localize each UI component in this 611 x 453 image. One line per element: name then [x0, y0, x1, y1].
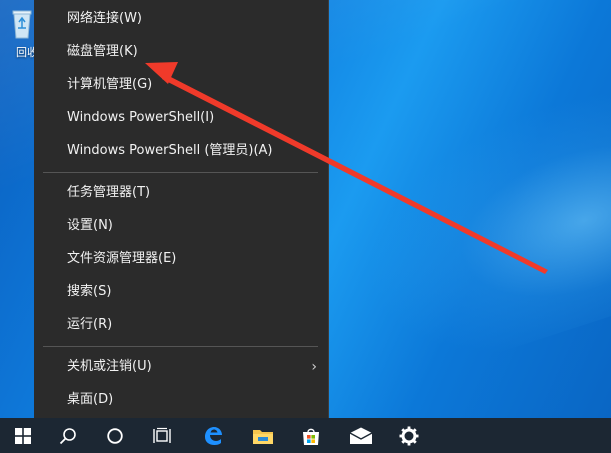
menu-separator	[43, 172, 318, 173]
search-icon	[59, 427, 76, 444]
menu-item-computer-management[interactable]: 计算机管理(G)	[34, 70, 327, 100]
search-button[interactable]	[45, 418, 91, 453]
menu-item-label: Windows PowerShell (管理员)(A)	[67, 143, 273, 158]
mail-button[interactable]	[338, 418, 384, 453]
wallpaper-light-beam	[333, 75, 611, 385]
winx-context-menu: 网络连接(W) 磁盘管理(K) 计算机管理(G) Windows PowerSh…	[34, 0, 329, 418]
settings-gear-icon	[399, 426, 419, 445]
recycle-bin-icon	[12, 10, 32, 39]
menu-item-label: 文件资源管理器(E)	[67, 251, 177, 266]
menu-item-shutdown-or-signout[interactable]: 关机或注销(U) ›	[34, 352, 327, 382]
cortana-button[interactable]	[92, 418, 138, 453]
menu-item-label: 任务管理器(T)	[67, 185, 151, 200]
menu-item-disk-management[interactable]: 磁盘管理(K)	[34, 37, 327, 67]
task-view-button[interactable]	[139, 418, 185, 453]
settings-button[interactable]	[386, 418, 432, 453]
menu-item-task-manager[interactable]: 任务管理器(T)	[34, 178, 327, 208]
menu-item-file-explorer[interactable]: 文件资源管理器(E)	[34, 244, 327, 274]
chevron-right-icon: ›	[311, 359, 317, 375]
windows-start-icon	[15, 427, 31, 444]
edge-button[interactable]	[190, 418, 236, 453]
menu-item-label: 磁盘管理(K)	[67, 44, 138, 59]
menu-item-label: 搜索(S)	[67, 284, 112, 299]
taskbar	[0, 418, 611, 453]
desktop-icon-recycle-bin[interactable]: 回收	[8, 8, 38, 59]
cortana-icon	[107, 427, 123, 444]
mail-icon	[349, 427, 373, 444]
file-explorer-button[interactable]	[240, 418, 286, 453]
menu-item-search[interactable]: 搜索(S)	[34, 277, 327, 307]
menu-item-label: Windows PowerShell(I)	[67, 110, 215, 125]
menu-item-run[interactable]: 运行(R)	[34, 310, 327, 340]
menu-item-windows-powershell[interactable]: Windows PowerShell(I)	[34, 103, 327, 133]
start-button[interactable]	[0, 418, 46, 453]
menu-item-settings[interactable]: 设置(N)	[34, 211, 327, 241]
menu-item-label: 计算机管理(G)	[67, 77, 153, 92]
file-explorer-icon	[253, 429, 273, 444]
menu-item-label: 设置(N)	[67, 218, 113, 233]
edge-icon	[205, 426, 222, 445]
menu-item-network-connections[interactable]: 网络连接(W)	[34, 4, 327, 34]
menu-item-desktop[interactable]: 桌面(D)	[34, 385, 327, 415]
store-icon	[303, 428, 319, 445]
store-button[interactable]	[288, 418, 334, 453]
menu-item-windows-powershell-admin[interactable]: Windows PowerShell (管理员)(A)	[34, 136, 327, 166]
menu-item-label: 网络连接(W)	[67, 11, 142, 26]
menu-separator	[43, 346, 318, 347]
menu-item-label: 运行(R)	[67, 317, 113, 332]
menu-item-label: 桌面(D)	[67, 392, 114, 407]
task-view-icon	[153, 427, 171, 443]
menu-item-label: 关机或注销(U)	[67, 359, 152, 374]
